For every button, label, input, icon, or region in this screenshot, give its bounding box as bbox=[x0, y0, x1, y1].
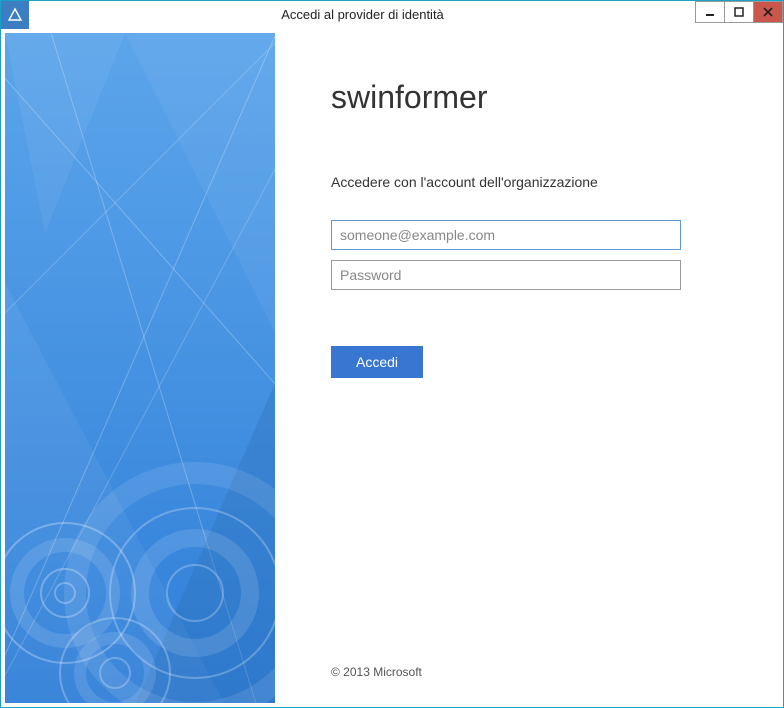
illustration-panel bbox=[5, 33, 275, 703]
login-instruction: Accedere con l'account dell'organizzazio… bbox=[331, 174, 723, 190]
window-title: Accedi al provider di identità bbox=[29, 1, 696, 29]
password-field[interactable] bbox=[331, 260, 681, 290]
minimize-icon bbox=[705, 7, 715, 17]
close-button[interactable] bbox=[753, 1, 783, 23]
maximize-icon bbox=[734, 7, 744, 17]
minimize-button[interactable] bbox=[695, 1, 725, 23]
maximize-button[interactable] bbox=[724, 1, 754, 23]
email-field[interactable] bbox=[331, 220, 681, 250]
content-area: swinformer Accedere con l'account dell'o… bbox=[1, 29, 783, 707]
brand-title: swinformer bbox=[331, 79, 723, 116]
footer-copyright: © 2013 Microsoft bbox=[331, 665, 422, 679]
window-frame: Accedi al provider di identità bbox=[0, 0, 784, 708]
close-icon bbox=[763, 7, 773, 17]
titlebar[interactable]: Accedi al provider di identità bbox=[1, 1, 783, 29]
signin-button[interactable]: Accedi bbox=[331, 346, 423, 378]
app-icon bbox=[1, 1, 29, 29]
window-controls bbox=[696, 1, 783, 23]
login-form-panel: swinformer Accedere con l'account dell'o… bbox=[275, 33, 779, 703]
